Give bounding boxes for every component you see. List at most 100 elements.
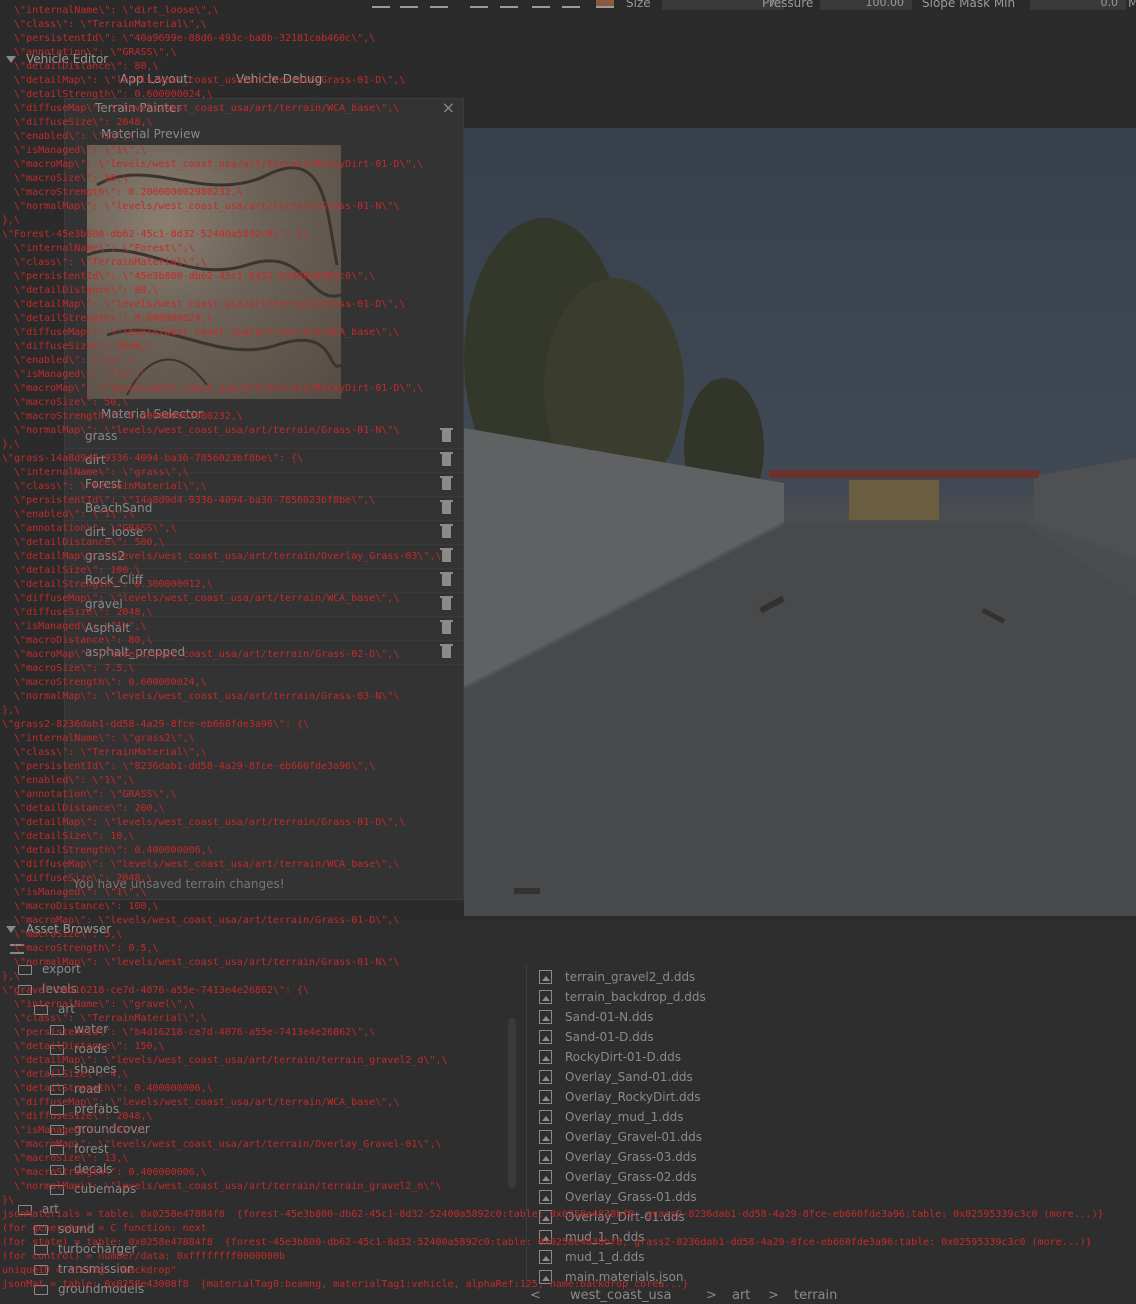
image-file-icon [539, 1170, 552, 1184]
image-file-icon [539, 1250, 552, 1264]
material-name: dirt_loose [85, 525, 144, 539]
folder-tree: export levels art water roads shapes road prefa… [0, 960, 514, 1304]
folder-icon [50, 1165, 64, 1175]
file-name: Overlay_RockyDirt.dds [565, 1090, 701, 1104]
material-row[interactable]: gravel [65, 593, 463, 617]
folder-icon [34, 1245, 48, 1255]
terrain-toolbar: Size 7 Pressure 100.00 Slope Mask Min 0.… [0, 0, 1136, 12]
smooth-icon[interactable] [430, 0, 448, 8]
console-line: },\ [2, 439, 21, 450]
flatten-icon[interactable] [400, 0, 418, 8]
trash-icon[interactable] [440, 476, 453, 490]
image-file-icon [539, 1270, 552, 1284]
file-name: Overlay_Dirt-01.dds [565, 1210, 685, 1224]
folder-scrollbar[interactable] [508, 1018, 516, 1188]
trash-icon[interactable] [440, 620, 453, 634]
material-preview-image [87, 145, 341, 399]
vehicle-editor-title: Vehicle Editor [26, 52, 109, 66]
erode-icon[interactable] [532, 0, 550, 8]
file-name: terrain_backdrop_d.dds [565, 990, 706, 1004]
file-name: Overlay_Gravel-01.dds [565, 1130, 702, 1144]
folder-name: groundmodels [58, 1282, 145, 1296]
material-selector-label[interactable]: Material Selector [101, 407, 203, 421]
raise-icon[interactable] [562, 0, 580, 8]
folder-icon [34, 1005, 48, 1015]
folder-name: prefabs [74, 1102, 120, 1116]
vehicle-editor-header[interactable]: Vehicle Editor [0, 52, 1136, 70]
folder-icon [34, 1225, 48, 1235]
material-row[interactable]: BeachSand [65, 497, 463, 521]
paint-icon[interactable] [470, 0, 488, 8]
trash-icon[interactable] [440, 644, 453, 658]
app-layout-value[interactable]: Vehicle Debug [236, 72, 322, 86]
image-file-icon [539, 970, 552, 984]
material-row[interactable]: Asphalt [65, 617, 463, 641]
collapse-icon[interactable] [6, 56, 16, 63]
chevron-right-icon: > [768, 1288, 779, 1303]
file-name: terrain_gravel2_d.dds [565, 970, 696, 984]
image-file-icon [539, 1070, 552, 1084]
trash-icon[interactable] [440, 428, 453, 442]
folder-icon [50, 1085, 64, 1095]
trash-icon[interactable] [440, 500, 453, 514]
folder-name: art [58, 1002, 75, 1016]
image-file-icon [539, 1090, 552, 1104]
back-icon[interactable]: < [530, 1288, 541, 1303]
folder-icon [18, 1205, 32, 1215]
material-row[interactable]: dirt_loose [65, 521, 463, 545]
trash-icon[interactable] [440, 596, 453, 610]
app-layout-label: App Layout: [120, 72, 193, 86]
asset-browser-header[interactable]: Asset Browser [0, 922, 1136, 940]
breadcrumb-item[interactable]: west_coast_usa [570, 1288, 671, 1303]
file-name: main.materials.json [565, 1270, 684, 1284]
folder-icon [50, 1025, 64, 1035]
material-row[interactable]: dirt [65, 449, 463, 473]
trash-icon[interactable] [440, 548, 453, 562]
material-swatch-icon[interactable] [596, 0, 614, 8]
menu-icon[interactable] [10, 944, 24, 954]
pressure-field[interactable]: 100.00 [820, 0, 912, 10]
3d-viewport[interactable] [464, 128, 1136, 916]
terrain-painter-window: Terrain Painter × Material Preview Mater… [64, 98, 464, 900]
file-name: mud_1_n.dds [565, 1230, 645, 1244]
folder-icon [50, 1105, 64, 1115]
slope-mask-label: Slope Mask Min [922, 0, 1016, 10]
breadcrumb-item[interactable]: terrain [794, 1288, 837, 1303]
material-row[interactable]: asphalt_prepped [65, 641, 463, 665]
material-row[interactable]: grass [65, 425, 463, 449]
material-row[interactable]: grass2 [65, 545, 463, 569]
folder-icon [50, 1065, 64, 1075]
material-row[interactable]: Forest [65, 473, 463, 497]
folder-icon [50, 1045, 64, 1055]
toolbar-trailing: M [1128, 0, 1136, 10]
file-name: Sand-01-N.dds [565, 1010, 654, 1024]
slope-mask-field[interactable]: 0.0 [1030, 0, 1126, 10]
folder-icon [34, 1285, 48, 1295]
noise-icon[interactable] [500, 0, 518, 8]
image-file-icon [539, 1010, 552, 1024]
trash-icon[interactable] [440, 524, 453, 538]
material-preview-label[interactable]: Material Preview [101, 127, 200, 141]
folder-name: art [42, 1202, 59, 1216]
folder-icon [34, 1265, 48, 1275]
image-file-icon [539, 1210, 552, 1224]
folder-name: decals [74, 1162, 113, 1176]
material-name: Forest [85, 477, 122, 491]
folder-icon [18, 965, 32, 975]
console-line: },\ [2, 215, 21, 226]
brush-icon[interactable] [372, 0, 390, 8]
chevron-right-icon: > [706, 1288, 717, 1303]
close-icon[interactable]: × [442, 98, 455, 117]
console-line: \"macroDistance\": 100,\ [2, 901, 159, 912]
collapse-icon[interactable] [6, 926, 16, 933]
breadcrumb-item[interactable]: art [732, 1288, 750, 1303]
file-name: Sand-01-D.dds [565, 1030, 654, 1044]
app-layout-row: App Layout: Vehicle Debug [0, 72, 1136, 90]
folder-name: transmission [58, 1262, 135, 1276]
folder-icon [18, 985, 32, 995]
console-line: },\ [2, 705, 21, 716]
trash-icon[interactable] [440, 452, 453, 466]
trash-icon[interactable] [440, 572, 453, 586]
console-line: \"persistentId\": \"40a9699e-88d6-493c-b… [2, 33, 376, 44]
material-row[interactable]: Rock_Cliff [65, 569, 463, 593]
